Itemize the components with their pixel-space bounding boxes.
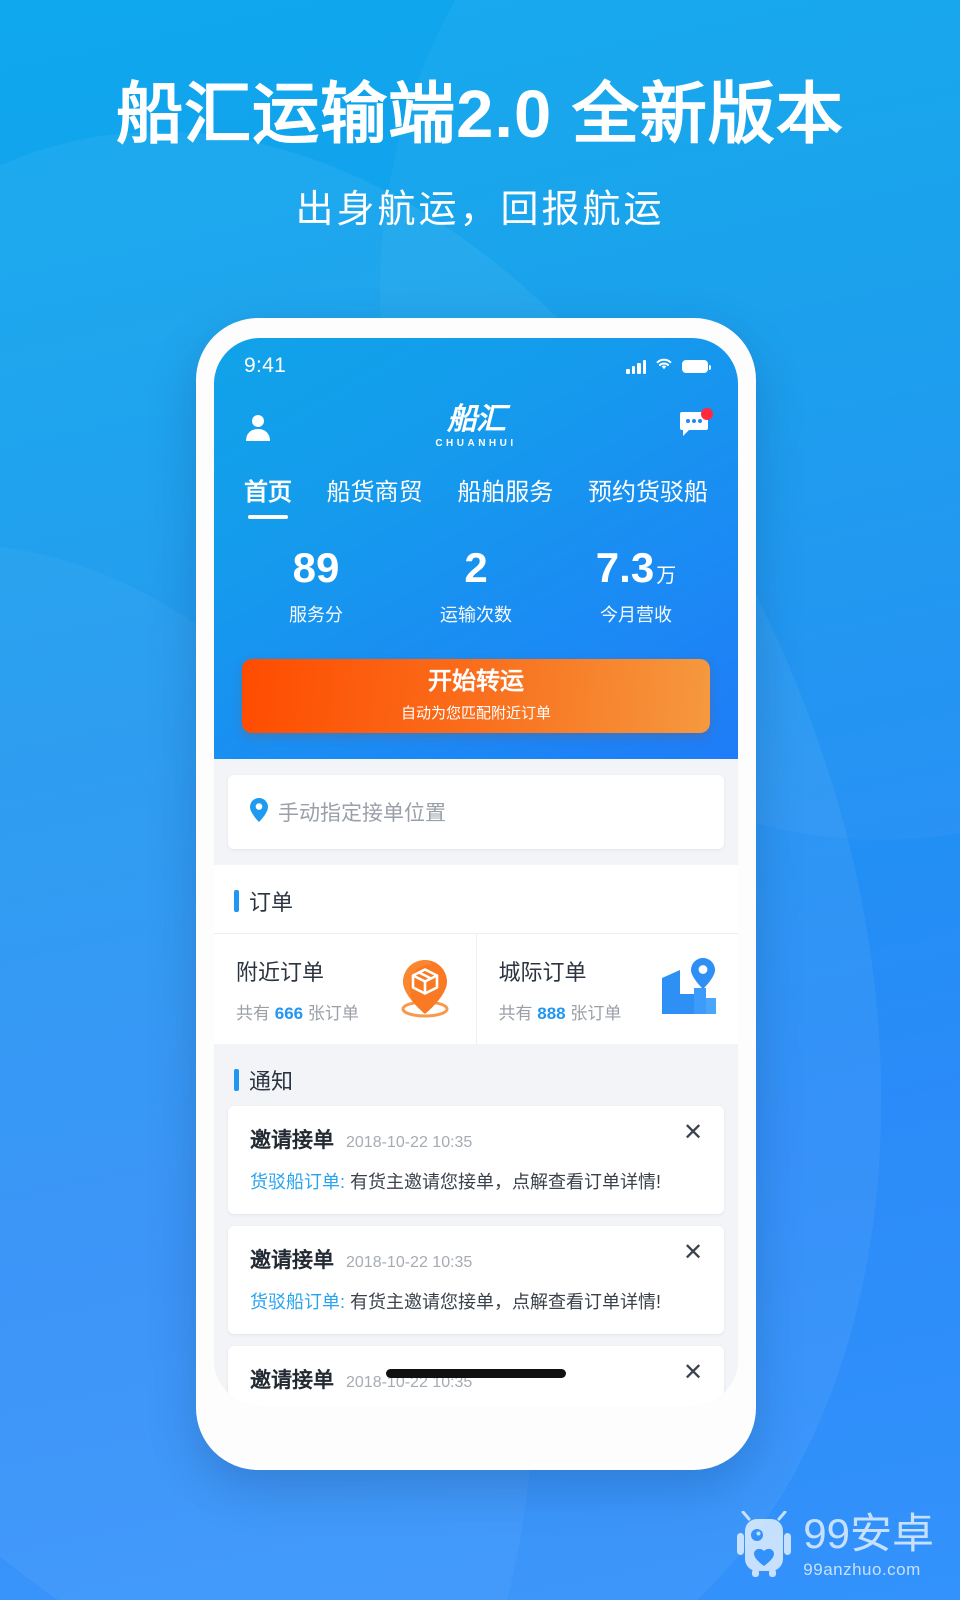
watermark-domain: 99anzhuo.com [803,1560,921,1579]
person-icon[interactable] [242,411,274,443]
app-header: 9:41 船汇 CHUANHUI 首页 船货商贸 船舶服务 预约货驳船 89 服… [214,338,738,759]
stat-transport-count: 2 运输次数 [396,547,556,627]
order-card-title: 附近订单 [236,959,325,985]
notice-text: 有货主邀请您接单，点解查看订单详情! [345,1292,662,1312]
city-pin-icon [654,956,720,1023]
home-indicator [386,1369,566,1378]
notice-section-title: 通知 [249,1069,294,1094]
close-icon[interactable]: ✕ [680,1240,706,1266]
promo-subheadline: 出身航运，回报航运 [295,188,665,231]
order-count-suffix: 张订单 [303,1003,359,1023]
map-pin-icon [250,797,268,827]
app-body: 手动指定接单位置 订单 附近订单 共有 666 张订单 城际订单 共有 888 … [214,759,738,1406]
stat-service-score: 89 服务分 [236,547,396,627]
order-count-value: 666 [274,1003,304,1023]
app-top-bar: 船汇 CHUANHUI [214,394,738,460]
order-count-value: 888 [537,1003,566,1023]
order-count-prefix: 共有 [498,1003,538,1023]
close-icon[interactable]: ✕ [680,1360,706,1386]
notice-title: 邀请接单 [250,1249,334,1272]
start-transfer-button[interactable]: 开始转运 自动为您匹配附近订单 [242,659,710,733]
notice-body: 货驳船订单: 有货主邀请您接单，点解查看订单详情! [250,1168,704,1194]
notice-item[interactable]: 邀请接单 2018-10-22 10:35 货驳船订单: 有货主邀请您接单，点解… [228,1226,724,1334]
promo-poster: 船汇运输端2.0 全新版本 出身航运，回报航运 9:41 船汇 CHUANHUI… [0,0,960,1600]
android-robot-icon [737,1510,792,1582]
location-section: 手动指定接单位置 [214,759,738,865]
notice-list: 邀请接单 2018-10-22 10:35 货驳船订单: 有货主邀请您接单，点解… [214,1106,738,1406]
section-accent-bar [234,1069,239,1091]
notice-text: 有货主邀请您接单，点解查看订单详情! [345,1172,662,1192]
watermark-title: 99安卓 [803,1510,934,1557]
app-logo-en: CHUANHUI [435,438,517,449]
location-placeholder: 手动指定接单位置 [278,802,446,825]
orders-section-header: 订单 [214,865,738,933]
start-transfer-title: 开始转运 [428,667,524,695]
package-pin-icon [392,954,458,1025]
notice-section-header: 通知 [214,1044,738,1106]
notice-time: 2018-10-22 10:35 [346,1134,473,1151]
notice-item[interactable]: 邀请接单 2018-10-22 10:35 货驳船订单: 有货主邀请您接单，点解… [228,1106,724,1214]
order-card-title: 城际订单 [498,959,587,985]
stat-value: 2 [464,544,488,591]
section-accent-bar [234,890,239,912]
order-card-count: 共有 666 张订单 [236,999,359,1024]
notice-title: 邀请接单 [250,1369,334,1392]
location-input[interactable]: 手动指定接单位置 [228,775,724,849]
app-logo: 船汇 CHUANHUI [435,405,516,449]
signal-bars-icon [626,359,646,374]
tab-cargo-trade[interactable]: 船货商贸 [327,472,423,521]
promo-text-block: 船汇运输端2.0 全新版本 出身航运，回报航运 [0,78,960,233]
tab-book-barge[interactable]: 预约货驳船 [588,472,708,521]
order-count-prefix: 共有 [236,1003,275,1023]
stat-label: 今月营收 [600,605,672,625]
notice-tag: 货驳船订单: [250,1292,346,1312]
stat-monthly-revenue: 7.3 万 今月营收 [556,547,716,627]
stat-value: 7.3 [595,544,655,591]
notice-title: 邀请接单 [250,1129,334,1152]
message-badge [701,407,713,420]
orders-section-title: 订单 [249,890,294,915]
stat-unit: 万 [656,565,677,587]
status-bar-time: 9:41 [244,354,287,377]
notice-body: 货驳船订单: 有货主邀请您接单，点解查看订单详情! [250,1288,704,1314]
stat-label: 运输次数 [440,605,512,625]
stat-value: 89 [292,544,340,591]
start-transfer-subtitle: 自动为您匹配附近订单 [400,705,551,723]
stat-label: 服务分 [289,605,343,625]
orders-row: 附近订单 共有 666 张订单 城际订单 共有 888 张订单 [214,933,738,1044]
order-card-count: 共有 888 张订单 [499,999,622,1024]
status-bar-icons [626,357,711,376]
close-icon[interactable]: ✕ [680,1120,706,1146]
promo-headline: 船汇运输端2.0 全新版本 [116,77,844,152]
site-watermark: 99安卓 99anzhuo.com [737,1510,934,1582]
order-card-nearby[interactable]: 附近订单 共有 666 张订单 [214,934,476,1044]
battery-icon [682,359,711,373]
order-card-intercity[interactable]: 城际订单 共有 888 张订单 [475,934,739,1044]
notice-time: 2018-10-22 10:35 [346,1254,473,1271]
chat-bubble-icon[interactable] [678,407,713,444]
phone-mockup: 9:41 船汇 CHUANHUI 首页 船货商贸 船舶服务 预约货驳船 89 服… [196,318,756,1470]
phone-screen: 9:41 船汇 CHUANHUI 首页 船货商贸 船舶服务 预约货驳船 89 服… [214,338,738,1406]
order-count-suffix: 张订单 [565,1003,622,1023]
status-bar: 9:41 [214,338,738,388]
notice-tag: 货驳船订单: [250,1172,346,1192]
wifi-icon [655,357,673,376]
app-tabs: 首页 船货商贸 船舶服务 预约货驳船 [214,460,738,521]
stats-row: 89 服务分 2 运输次数 7.3 万 今月营收 [214,521,738,627]
tab-home[interactable]: 首页 [244,472,292,521]
app-logo-cn: 船汇 [447,403,506,436]
tab-ship-service[interactable]: 船舶服务 [457,472,553,521]
